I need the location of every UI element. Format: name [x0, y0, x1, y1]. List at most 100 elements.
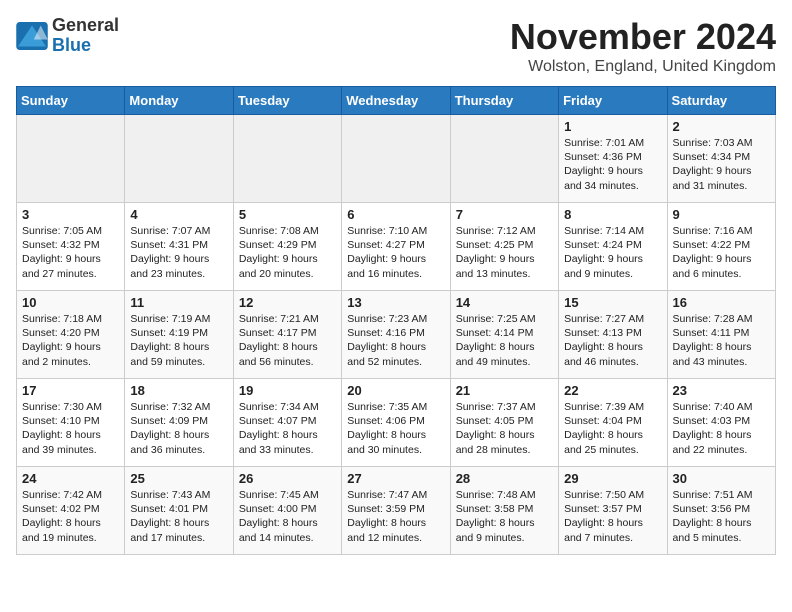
cell-detail: Sunrise: 7:01 AM: [564, 136, 661, 150]
cell-detail: and 13 minutes.: [456, 267, 553, 281]
calendar-cell: 20 Sunrise: 7:35 AMSunset: 4:06 PMDayligh…: [342, 379, 450, 467]
cell-detail: and 28 minutes.: [456, 443, 553, 457]
weekday-header: Thursday: [450, 87, 558, 115]
cell-detail: Sunrise: 7:47 AM: [347, 488, 444, 502]
cell-detail: Sunrise: 7:51 AM: [673, 488, 770, 502]
cell-detail: Sunset: 4:07 PM: [239, 414, 336, 428]
day-number: 20: [347, 383, 444, 398]
cell-detail: Daylight: 9 hours: [673, 252, 770, 266]
cell-detail: and 17 minutes.: [130, 531, 227, 545]
cell-detail: Sunrise: 7:12 AM: [456, 224, 553, 238]
cell-detail: and 36 minutes.: [130, 443, 227, 457]
cell-detail: Sunrise: 7:35 AM: [347, 400, 444, 414]
weekday-header: Saturday: [667, 87, 775, 115]
calendar-cell: 22Sunrise: 7:39 AMSunset: 4:04 PMDayligh…: [559, 379, 667, 467]
weekday-header: Sunday: [17, 87, 125, 115]
cell-detail: and 49 minutes.: [456, 355, 553, 369]
logo: General Blue: [16, 16, 119, 56]
calendar-cell: 28Sunrise: 7:48 AMSunset: 3:58 PMDayligh…: [450, 467, 558, 555]
cell-detail: Daylight: 8 hours: [347, 516, 444, 530]
cell-detail: and 2 minutes.: [22, 355, 119, 369]
cell-detail: Sunrise: 7:43 AM: [130, 488, 227, 502]
day-number: 21: [456, 383, 553, 398]
day-number: 19: [239, 383, 336, 398]
calendar-cell: 21Sunrise: 7:37 AMSunset: 4:05 PMDayligh…: [450, 379, 558, 467]
day-number: 27: [347, 471, 444, 486]
weekday-header: Friday: [559, 87, 667, 115]
cell-detail: and 34 minutes.: [564, 179, 661, 193]
cell-detail: and 59 minutes.: [130, 355, 227, 369]
cell-detail: Sunset: 4:06 PM: [347, 414, 444, 428]
cell-detail: Daylight: 8 hours: [347, 340, 444, 354]
cell-detail: Daylight: 9 hours: [130, 252, 227, 266]
day-number: 1: [564, 119, 661, 134]
calendar-cell: [450, 115, 558, 203]
cell-detail: Sunset: 4:27 PM: [347, 238, 444, 252]
day-number: 25: [130, 471, 227, 486]
weekday-header: Monday: [125, 87, 233, 115]
cell-detail: and 6 minutes.: [673, 267, 770, 281]
cell-detail: Daylight: 8 hours: [564, 340, 661, 354]
cell-detail: Sunrise: 7:40 AM: [673, 400, 770, 414]
cell-detail: Sunrise: 7:25 AM: [456, 312, 553, 326]
cell-detail: Sunrise: 7:23 AM: [347, 312, 444, 326]
calendar-cell: 29Sunrise: 7:50 AMSunset: 3:57 PMDayligh…: [559, 467, 667, 555]
cell-detail: Sunrise: 7:34 AM: [239, 400, 336, 414]
cell-detail: Daylight: 8 hours: [564, 428, 661, 442]
cell-detail: Daylight: 8 hours: [456, 516, 553, 530]
cell-detail: Sunset: 4:09 PM: [130, 414, 227, 428]
cell-detail: and 5 minutes.: [673, 531, 770, 545]
day-number: 15: [564, 295, 661, 310]
cell-detail: Sunset: 4:36 PM: [564, 150, 661, 164]
cell-detail: and 25 minutes.: [564, 443, 661, 457]
calendar-week-row: 3Sunrise: 7:05 AMSunset: 4:32 PMDaylight…: [17, 203, 776, 291]
cell-detail: Sunrise: 7:05 AM: [22, 224, 119, 238]
day-number: 11: [130, 295, 227, 310]
cell-detail: Daylight: 8 hours: [130, 340, 227, 354]
cell-detail: and 12 minutes.: [347, 531, 444, 545]
calendar-week-row: 17Sunrise: 7:30 AMSunset: 4:10 PMDayligh…: [17, 379, 776, 467]
calendar-cell: 17Sunrise: 7:30 AMSunset: 4:10 PMDayligh…: [17, 379, 125, 467]
cell-detail: Daylight: 9 hours: [673, 164, 770, 178]
cell-detail: Daylight: 8 hours: [347, 428, 444, 442]
cell-detail: and 39 minutes.: [22, 443, 119, 457]
month-year-title: November 2024: [510, 16, 776, 58]
calendar-cell: 1Sunrise: 7:01 AMSunset: 4:36 PMDaylight…: [559, 115, 667, 203]
cell-detail: Daylight: 8 hours: [239, 340, 336, 354]
calendar-cell: 18Sunrise: 7:32 AMSunset: 4:09 PMDayligh…: [125, 379, 233, 467]
cell-detail: Daylight: 8 hours: [239, 428, 336, 442]
calendar-cell: 13Sunrise: 7:23 AMSunset: 4:16 PMDayligh…: [342, 291, 450, 379]
cell-detail: Daylight: 8 hours: [564, 516, 661, 530]
day-number: 7: [456, 207, 553, 222]
calendar-cell: 2Sunrise: 7:03 AMSunset: 4:34 PMDaylight…: [667, 115, 775, 203]
cell-detail: Daylight: 8 hours: [456, 428, 553, 442]
cell-detail: Daylight: 9 hours: [239, 252, 336, 266]
cell-detail: Sunrise: 7:30 AM: [22, 400, 119, 414]
cell-detail: Daylight: 9 hours: [22, 252, 119, 266]
cell-detail: Sunrise: 7:37 AM: [456, 400, 553, 414]
calendar-cell: 11Sunrise: 7:19 AMSunset: 4:19 PMDayligh…: [125, 291, 233, 379]
cell-detail: Sunset: 3:58 PM: [456, 502, 553, 516]
cell-detail: Sunset: 4:25 PM: [456, 238, 553, 252]
calendar-cell: [342, 115, 450, 203]
cell-detail: Sunset: 4:04 PM: [564, 414, 661, 428]
cell-detail: and 23 minutes.: [130, 267, 227, 281]
day-number: 3: [22, 207, 119, 222]
day-number: 26: [239, 471, 336, 486]
cell-detail: and 20 minutes.: [239, 267, 336, 281]
cell-detail: and 33 minutes.: [239, 443, 336, 457]
calendar-cell: 15Sunrise: 7:27 AMSunset: 4:13 PMDayligh…: [559, 291, 667, 379]
cell-detail: Sunset: 4:02 PM: [22, 502, 119, 516]
cell-detail: Sunrise: 7:16 AM: [673, 224, 770, 238]
cell-detail: Sunset: 4:20 PM: [22, 326, 119, 340]
cell-detail: Sunset: 3:56 PM: [673, 502, 770, 516]
cell-detail: Sunset: 4:00 PM: [239, 502, 336, 516]
cell-detail: and 14 minutes.: [239, 531, 336, 545]
day-number: 17: [22, 383, 119, 398]
day-number: 6: [347, 207, 444, 222]
calendar-cell: 7Sunrise: 7:12 AMSunset: 4:25 PMDaylight…: [450, 203, 558, 291]
cell-detail: Daylight: 8 hours: [673, 516, 770, 530]
day-number: 30: [673, 471, 770, 486]
cell-detail: Sunset: 4:22 PM: [673, 238, 770, 252]
cell-detail: Sunrise: 7:18 AM: [22, 312, 119, 326]
